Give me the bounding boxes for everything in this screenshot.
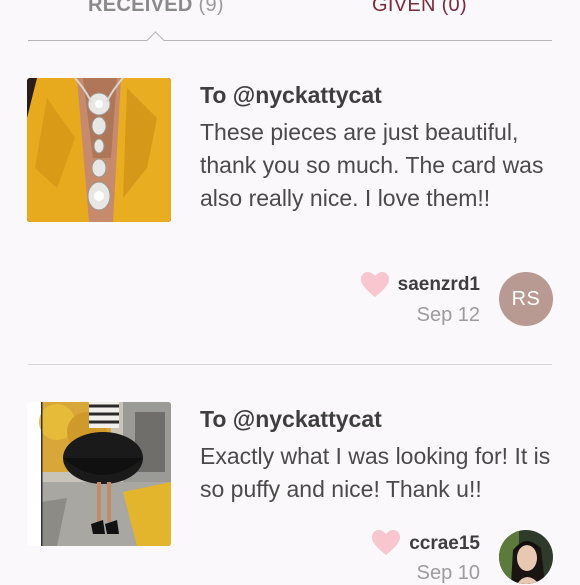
tab-given[interactable]: GIVEN (0) — [372, 0, 467, 17]
tab-received-count: (9) — [198, 0, 224, 16]
heart-icon[interactable] — [372, 530, 400, 556]
tab-received-label: RECEIVED — [88, 0, 193, 16]
avatar[interactable]: RS — [499, 272, 553, 326]
heart-icon[interactable] — [361, 272, 389, 298]
reviewer-username[interactable]: ccrae15 — [409, 533, 480, 555]
tab-received[interactable]: RECEIVED (9) — [88, 0, 224, 17]
tulle-skirt-photo — [27, 402, 171, 546]
review-date: Sep 12 — [416, 304, 480, 326]
review-tabs: RECEIVED (9) GIVEN (0) — [0, 0, 580, 50]
review-date: Sep 10 — [416, 562, 480, 584]
review-comment: Exactly what I was looking for! It is so… — [200, 443, 551, 502]
listing-thumbnail[interactable] — [27, 402, 171, 546]
tab-underline — [28, 40, 552, 41]
avatar[interactable] — [499, 530, 553, 584]
review-recipient[interactable]: To @nyckattycat — [200, 82, 382, 109]
reviewer-username[interactable]: saenzrd1 — [398, 274, 480, 296]
user-photo — [499, 530, 553, 584]
review-recipient[interactable]: To @nyckattycat — [200, 406, 382, 433]
divider — [28, 364, 552, 365]
review-comment: These pieces are just beautiful, thank y… — [200, 119, 544, 211]
necklace-photo — [27, 78, 171, 222]
active-tab-indicator — [146, 31, 165, 50]
listing-thumbnail[interactable] — [27, 78, 171, 222]
